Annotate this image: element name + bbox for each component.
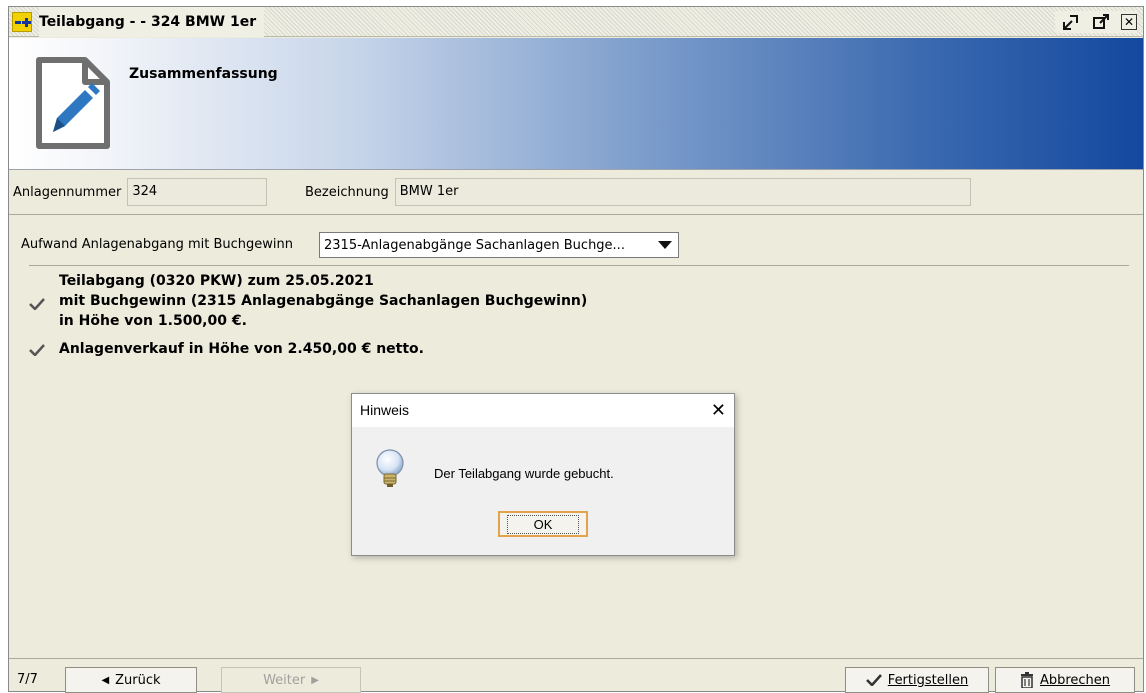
summary-item-1-line-1: Teilabgang (0320 PKW) zum 25.05.2021 [59,273,374,289]
divider [29,265,1129,266]
chevron-down-icon [658,241,672,249]
divider [9,214,1143,215]
ok-button[interactable]: OK [498,511,588,537]
trash-icon [1020,672,1033,688]
bezeichnung-row: Bezeichnung BMW 1er [305,177,971,207]
ok-button-label: OK [506,514,580,534]
wizard-window: Teilabgang - - 324 BMW 1er ✕ Zusammenfas… [8,6,1144,693]
maximize-window-icon[interactable] [1091,11,1111,33]
dialog-message: Der Teilabgang wurde gebucht. [434,466,614,481]
check-icon [29,344,45,356]
anlagennummer-label: Anlagennummer [13,184,122,200]
document-edit-icon [33,56,113,156]
check-icon [29,298,45,310]
anlagennummer-field[interactable]: 324 [127,178,268,206]
dialog-close-icon[interactable]: ✕ [711,400,726,421]
cancel-button[interactable]: Abbrechen [995,667,1135,693]
chevron-left-icon: ◀ [101,674,110,686]
anlagennummer-row: Anlagennummer 324 [13,177,268,207]
chevron-right-icon: ▶ [311,674,319,686]
summary-item-1-line-2: mit Buchgewinn (2315 Anlagenabgänge Sach… [59,293,588,309]
minimize-window-icon[interactable] [1061,11,1081,33]
lightbulb-icon [374,448,406,494]
info-dialog: Hinweis ✕ Der Teilabgang wurde gebucht. … [351,393,735,556]
aufwand-label: Aufwand Anlagenabgang mit Buchgewinn [21,237,293,252]
back-button-label: Zurück [115,672,161,688]
wizard-footer: 7/7 ◀ Zurück Weiter ▶ Fertigstellen Abbr… [9,658,1143,693]
back-button[interactable]: ◀ Zurück [65,667,197,693]
aufwand-selected-value: 2315-Anlagenabgänge Sachanlagen Buchge..… [324,237,625,253]
page-indicator: 7/7 [17,672,38,687]
cancel-button-label: Abbrechen [1039,672,1111,688]
dialog-title: Hinweis [360,402,410,418]
app-logo-icon [12,12,32,32]
dialog-title-bar[interactable]: Hinweis ✕ [352,394,734,427]
finish-button[interactable]: Fertigstellen [845,667,989,693]
next-button[interactable]: Weiter ▶ [221,667,361,693]
window-controls: ✕ [1055,11,1137,33]
check-icon [865,674,882,686]
close-window-icon[interactable]: ✕ [1121,14,1137,30]
finish-button-label: Fertigstellen [887,672,969,688]
summary-item-1-line-3: in Höhe von 1.500,00 €. [59,313,247,329]
header-banner: Zusammenfassung [9,38,1143,170]
next-button-label: Weiter [263,672,306,688]
step-title: Zusammenfassung [129,66,278,82]
aufwand-account-select[interactable]: 2315-Anlagenabgänge Sachanlagen Buchge..… [319,232,679,258]
summary-item-2: Anlagenverkauf in Höhe von 2.450,00 € ne… [59,341,424,357]
bezeichnung-label: Bezeichnung [305,184,389,200]
window-title: Teilabgang - - 324 BMW 1er [39,7,265,37]
bezeichnung-field[interactable]: BMW 1er [394,178,971,206]
title-bar[interactable]: Teilabgang - - 324 BMW 1er ✕ [9,7,1143,37]
